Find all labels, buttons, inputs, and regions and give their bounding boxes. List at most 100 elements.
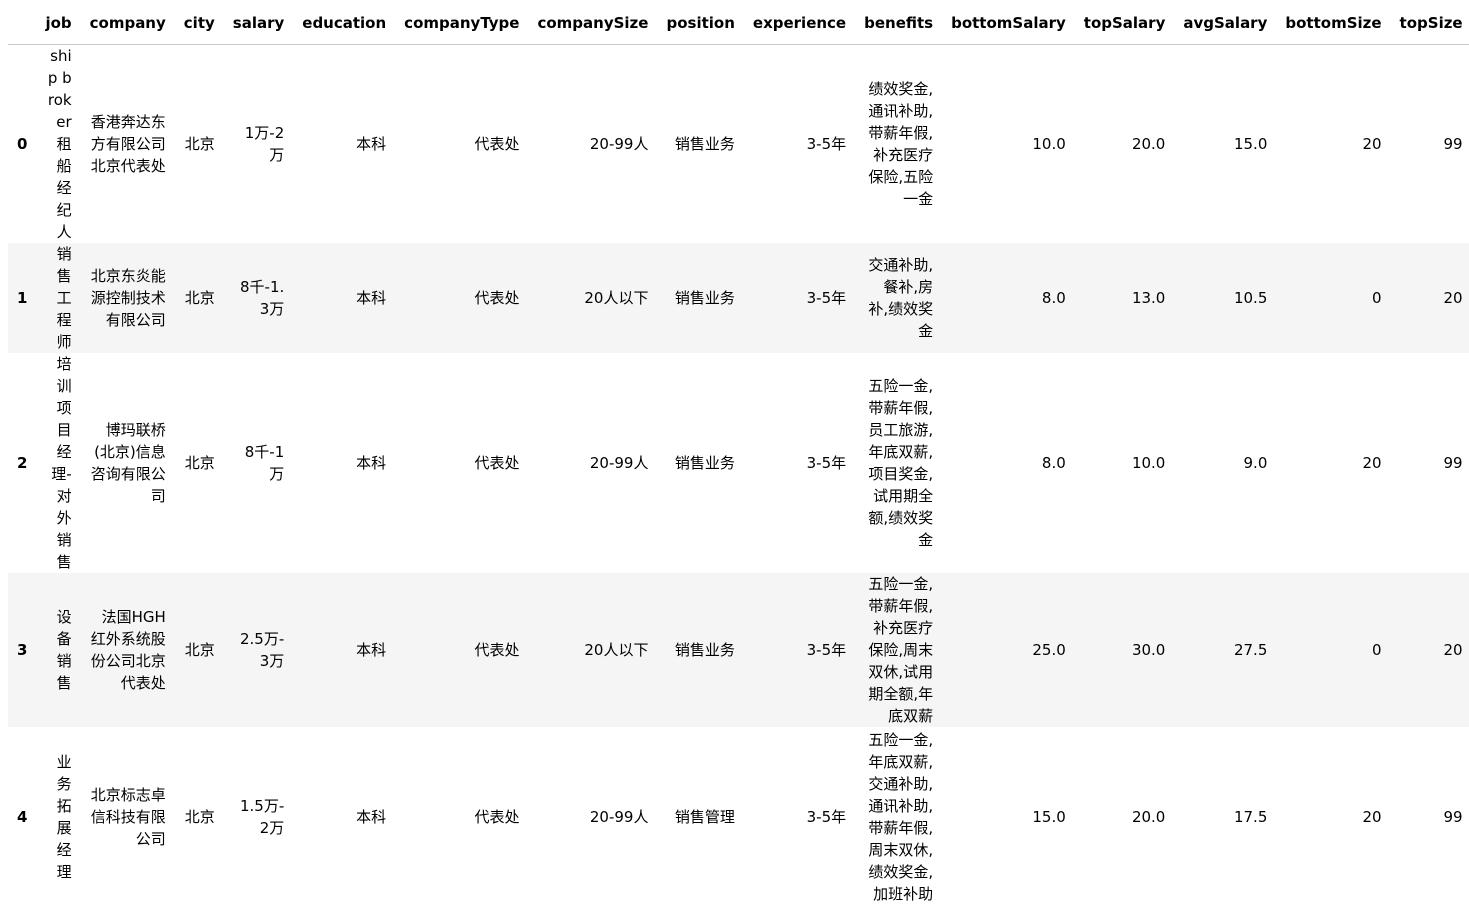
cell-companytype: 代表处 xyxy=(474,134,520,153)
row-index: 1 xyxy=(17,288,28,307)
row-index: 0 xyxy=(17,134,28,153)
cell-education: 本科 xyxy=(356,807,387,826)
column-header-education: education xyxy=(293,3,396,45)
cell-topsize: 20 xyxy=(1443,288,1463,307)
table-row: 4 业务拓展经理 北京标志卓信科技有限公司 北京 1.5万-2万 本科 代表处 … xyxy=(8,726,1469,907)
cell-companytype: 代表处 xyxy=(474,288,520,307)
cell-salary: 2.5万-3万 xyxy=(239,629,285,670)
column-header-job: job xyxy=(36,3,81,45)
cell-experience: 3-5年 xyxy=(806,640,847,659)
cell-bottomsalary: 10.0 xyxy=(1032,134,1066,153)
cell-companytype: 代表处 xyxy=(474,453,520,472)
column-header-bottomsalary: bottomSalary xyxy=(942,3,1075,45)
index-header xyxy=(8,3,37,45)
column-header-experience: experience xyxy=(743,3,856,45)
cell-benefits: 五险一金,带薪年假,员工旅游,年底双薪,项目奖金,试用期全额,绩效奖金 xyxy=(868,376,934,549)
cell-avgsalary: 15.0 xyxy=(1233,134,1268,153)
cell-companytype: 代表处 xyxy=(474,640,520,659)
column-header-topsalary: topSalary xyxy=(1074,3,1175,45)
cell-company: 法国HGH红外系统股份公司北京代表处 xyxy=(90,607,166,692)
cell-position: 销售业务 xyxy=(674,288,735,307)
cell-salary: 1万-2万 xyxy=(244,123,285,164)
cell-benefits: 五险一金,年底双薪,交通补助,通讯补助,带薪年假,周末双休,绩效奖金,加班补助 xyxy=(868,730,934,903)
column-header-company: company xyxy=(80,3,175,45)
cell-job: 培训项目经理-对外销售 xyxy=(51,354,72,571)
cell-bottomsize: 0 xyxy=(1372,640,1382,659)
cell-education: 本科 xyxy=(356,640,387,659)
cell-benefits: 交通补助,餐补,房补,绩效奖金 xyxy=(868,255,934,340)
cell-topsize: 99 xyxy=(1443,807,1463,826)
cell-job: ship broker 租船经纪人 xyxy=(47,46,72,241)
cell-position: 销售管理 xyxy=(674,807,735,826)
cell-job: 设备销售 xyxy=(56,607,72,692)
cell-salary: 8千-1万 xyxy=(244,442,285,483)
table-row: 0 ship broker 租船经纪人 香港奔达东方有限公司北京代表处 北京 1… xyxy=(8,44,1469,243)
cell-topsize: 99 xyxy=(1443,134,1463,153)
cell-avgsalary: 10.5 xyxy=(1233,288,1268,307)
cell-salary: 1.5万-2万 xyxy=(239,796,285,837)
cell-bottomsize: 0 xyxy=(1372,288,1382,307)
cell-position: 销售业务 xyxy=(674,640,735,659)
cell-companytype: 代表处 xyxy=(474,807,520,826)
cell-bottomsalary: 25.0 xyxy=(1032,640,1066,659)
cell-position: 销售业务 xyxy=(674,453,735,472)
table-row: 3 设备销售 法国HGH红外系统股份公司北京代表处 北京 2.5万-3万 本科 … xyxy=(8,572,1469,727)
cell-company: 博玛联桥(北京)信息咨询有限公司 xyxy=(90,420,166,505)
cell-experience: 3-5年 xyxy=(806,288,847,307)
column-header-companytype: companyType xyxy=(395,3,529,45)
cell-job: 业务拓展经理 xyxy=(56,752,72,881)
cell-benefits: 五险一金,带薪年假,补充医疗保险,周末双休,试用期全额,年底双薪 xyxy=(868,574,934,725)
cell-job: 销售工程师 xyxy=(56,244,72,351)
cell-salary: 8千-1.3万 xyxy=(239,277,285,318)
cell-avgsalary: 27.5 xyxy=(1233,640,1268,659)
cell-avgsalary: 17.5 xyxy=(1233,807,1268,826)
cell-bottomsalary: 8.0 xyxy=(1041,453,1066,472)
cell-city: 北京 xyxy=(184,807,215,826)
column-header-city: city xyxy=(174,3,224,45)
row-index: 2 xyxy=(17,453,28,472)
header-row: job company city salary education compan… xyxy=(8,3,1469,45)
cell-education: 本科 xyxy=(356,134,387,153)
cell-bottomsalary: 8.0 xyxy=(1041,288,1066,307)
dataframe-table: job company city salary education compan… xyxy=(8,3,1469,907)
column-header-benefits: benefits xyxy=(855,3,943,45)
cell-bottomsize: 20 xyxy=(1362,807,1382,826)
dataframe-output: job company city salary education compan… xyxy=(8,3,1469,907)
cell-company: 香港奔达东方有限公司北京代表处 xyxy=(90,112,166,175)
cell-benefits: 绩效奖金,通讯补助,带薪年假,补充医疗保险,五险一金 xyxy=(868,79,934,208)
cell-position: 销售业务 xyxy=(674,134,735,153)
cell-companysize: 20-99人 xyxy=(589,453,649,472)
column-header-bottomsize: bottomSize xyxy=(1276,3,1391,45)
cell-bottomsize: 20 xyxy=(1362,453,1382,472)
cell-companysize: 20人以下 xyxy=(584,288,649,307)
cell-companysize: 20人以下 xyxy=(584,640,649,659)
cell-education: 本科 xyxy=(356,453,387,472)
column-header-salary: salary xyxy=(223,3,294,45)
column-header-topsize: topSize xyxy=(1390,3,1469,45)
cell-experience: 3-5年 xyxy=(806,453,847,472)
cell-bottomsalary: 15.0 xyxy=(1032,807,1066,826)
cell-bottomsize: 20 xyxy=(1362,134,1382,153)
cell-topsize: 99 xyxy=(1443,453,1463,472)
table-row: 2 培训项目经理-对外销售 博玛联桥(北京)信息咨询有限公司 北京 8千-1万 … xyxy=(8,352,1469,573)
column-header-position: position xyxy=(657,3,744,45)
cell-experience: 3-5年 xyxy=(806,134,847,153)
column-header-avgsalary: avgSalary xyxy=(1174,3,1277,45)
cell-city: 北京 xyxy=(184,134,215,153)
cell-topsalary: 13.0 xyxy=(1131,288,1166,307)
table-row: 1 销售工程师 北京东炎能源控制技术有限公司 北京 8千-1.3万 本科 代表处… xyxy=(8,242,1469,353)
cell-topsalary: 20.0 xyxy=(1131,134,1166,153)
cell-city: 北京 xyxy=(184,288,215,307)
cell-experience: 3-5年 xyxy=(806,807,847,826)
cell-companysize: 20-99人 xyxy=(589,807,649,826)
cell-avgsalary: 9.0 xyxy=(1243,453,1268,472)
cell-city: 北京 xyxy=(184,640,215,659)
cell-topsize: 20 xyxy=(1443,640,1463,659)
cell-topsalary: 10.0 xyxy=(1131,453,1166,472)
cell-topsalary: 20.0 xyxy=(1131,807,1166,826)
column-header-companysize: companySize xyxy=(528,3,658,45)
cell-companysize: 20-99人 xyxy=(589,134,649,153)
cell-topsalary: 30.0 xyxy=(1131,640,1166,659)
cell-company: 北京东炎能源控制技术有限公司 xyxy=(90,266,166,329)
cell-education: 本科 xyxy=(356,288,387,307)
